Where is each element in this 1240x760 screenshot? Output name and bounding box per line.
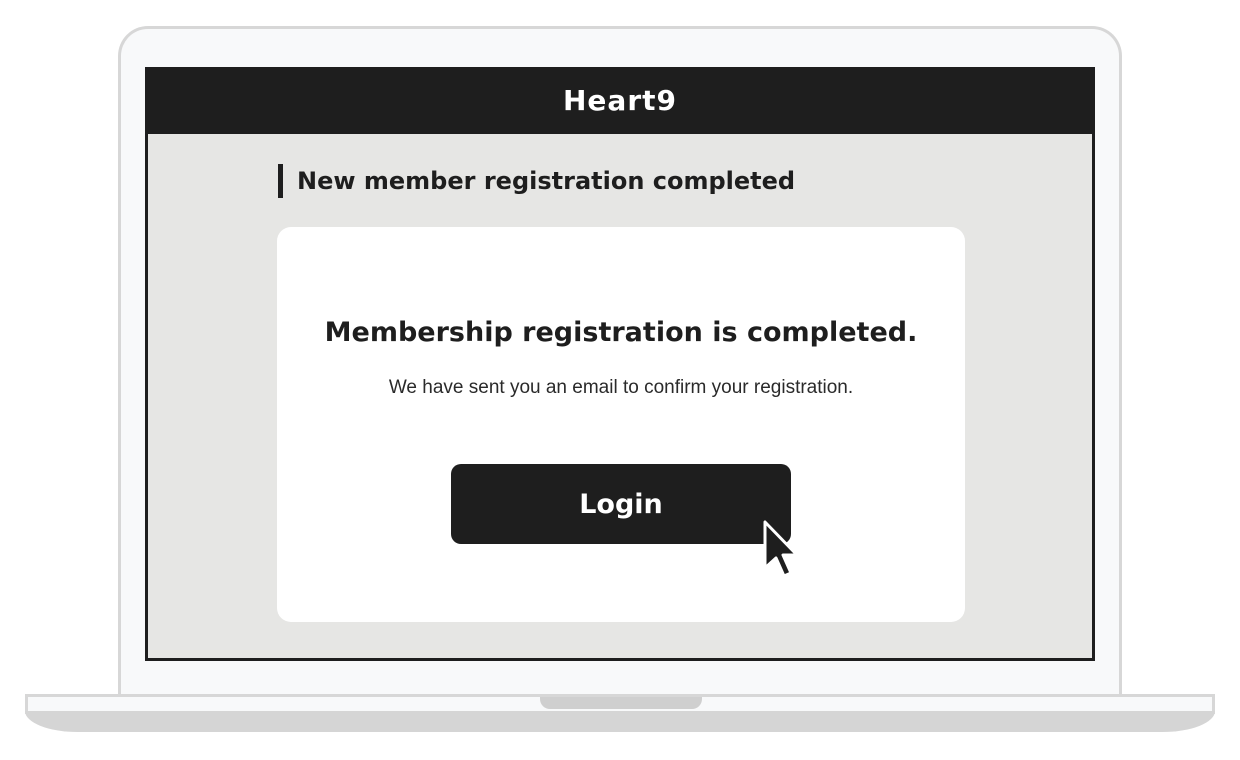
page-heading: New member registration completed xyxy=(278,162,795,200)
laptop-notch xyxy=(540,697,702,709)
laptop-base xyxy=(25,694,1215,732)
laptop-base-bottom xyxy=(25,711,1215,732)
app-header: Heart9 xyxy=(148,67,1092,134)
mouse-pointer-icon xyxy=(763,520,796,578)
heading-accent-bar xyxy=(278,164,283,198)
app-window: Heart9 New member registration completed… xyxy=(145,67,1095,661)
completion-title: Membership registration is completed. xyxy=(324,317,918,348)
completion-card: Membership registration is completed. We… xyxy=(277,227,965,622)
page-title: New member registration completed xyxy=(297,167,796,195)
login-button[interactable]: Login xyxy=(451,464,791,544)
brand-title: Heart9 xyxy=(563,84,677,117)
completion-message: We have sent you an email to confirm you… xyxy=(388,377,854,398)
